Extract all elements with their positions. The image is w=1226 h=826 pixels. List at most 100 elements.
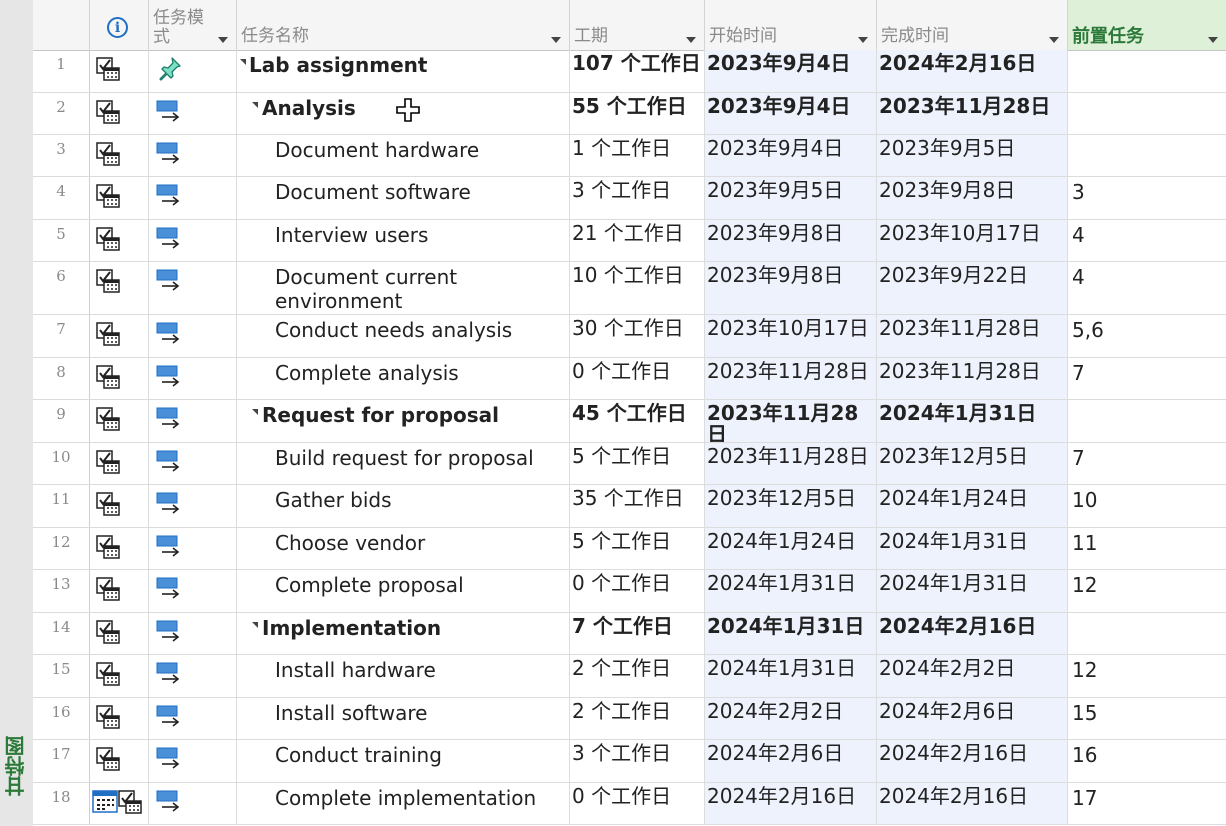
duration-cell[interactable]: 2 个工作日 [570,655,705,697]
predecessors-cell[interactable]: 4 [1068,220,1226,261]
task-name-cell[interactable]: Conduct needs analysis [237,315,570,357]
start-date-cell[interactable]: 2024年2月16日 [705,783,877,824]
table-row[interactable]: 13 Complete proposal 0 个工作日 2024年1月31日 2024年… [33,570,1226,613]
predecessors-cell[interactable]: 10 [1068,485,1226,527]
duration-cell[interactable]: 5 个工作日 [570,528,705,569]
predecessors-cell[interactable]: 3 [1068,177,1226,219]
start-date-cell[interactable]: 2023年9月5日 [705,177,877,219]
duration-cell[interactable]: 1 个工作日 [570,135,705,176]
finish-date-cell[interactable]: 2023年9月5日 [877,135,1068,176]
collapse-triangle-icon[interactable] [240,59,246,65]
task-name-cell[interactable]: Complete implementation [237,783,570,824]
task-mode-cell[interactable] [149,740,237,782]
chevron-down-icon[interactable] [551,37,561,43]
finish-date-cell[interactable]: 2024年2月16日 [877,740,1068,782]
task-mode-cell[interactable] [149,570,237,612]
duration-cell[interactable]: 45 个工作日 [570,400,705,442]
indicator-cell[interactable] [90,613,149,654]
duration-cell[interactable]: 0 个工作日 [570,570,705,612]
table-row[interactable]: 7 Conduct needs analysis 30 个工作日 2023年10月17… [33,315,1226,358]
task-mode-cell[interactable] [149,93,237,134]
duration-cell[interactable]: 3 个工作日 [570,177,705,219]
row-number[interactable]: 11 [33,485,90,527]
start-date-cell[interactable]: 2023年12月5日 [705,485,877,527]
duration-cell[interactable]: 35 个工作日 [570,485,705,527]
row-number[interactable]: 16 [33,698,90,739]
duration-cell[interactable]: 3 个工作日 [570,740,705,782]
collapse-triangle-icon[interactable] [252,409,258,415]
table-row[interactable]: 18 Complete implementation 0 个工作日 2024年2月16… [33,783,1226,825]
chevron-down-icon[interactable] [858,37,868,43]
table-row[interactable]: 15 Install hardware 2 个工作日 2024年1月31日 2024年2… [33,655,1226,698]
task-name-cell[interactable]: Build request for proposal [237,443,570,484]
collapse-triangle-icon[interactable] [252,622,258,628]
row-number[interactable]: 7 [33,315,90,357]
finish-date-cell[interactable]: 2024年2月6日 [877,698,1068,739]
chevron-down-icon[interactable] [686,37,696,43]
table-row[interactable]: 6 Document current environment 10 个工作日 2023… [33,262,1226,315]
task-name-cell[interactable]: Complete proposal [237,570,570,612]
duration-cell[interactable]: 107 个工作日 [570,50,705,92]
duration-cell[interactable]: 30 个工作日 [570,315,705,357]
table-row[interactable]: 12 Choose vendor 5 个工作日 2024年1月24日 2024年1月31… [33,528,1226,570]
indicator-cell[interactable] [90,358,149,399]
task-name-cell[interactable]: Document hardware [237,135,570,176]
row-number[interactable]: 17 [33,740,90,782]
indicator-cell[interactable] [90,315,149,357]
finish-date-cell[interactable]: 2023年11月28日 [877,315,1068,357]
row-number[interactable]: 9 [33,400,90,442]
duration-cell[interactable]: 55 个工作日 [570,93,705,134]
collapse-triangle-icon[interactable] [252,102,258,108]
predecessors-cell[interactable]: 7 [1068,358,1226,399]
finish-date-cell[interactable]: 2024年2月2日 [877,655,1068,697]
indicator-cell[interactable] [90,50,149,92]
task-mode-cell[interactable] [149,262,237,314]
start-date-cell[interactable]: 2023年11月28日 [705,358,877,399]
table-row[interactable]: 4 Document software 3 个工作日 2023年9月5日 2023年9月… [33,177,1226,220]
indicator-cell[interactable] [90,740,149,782]
task-name-cell[interactable]: Conduct training [237,740,570,782]
start-date-cell[interactable]: 2024年2月6日 [705,740,877,782]
predecessors-cell[interactable] [1068,400,1226,442]
finish-date-cell[interactable]: 2024年2月16日 [877,50,1068,92]
predecessors-cell[interactable]: 11 [1068,528,1226,569]
header-finish[interactable]: 完成时间 [877,0,1068,50]
task-mode-cell[interactable] [149,655,237,697]
task-name-cell[interactable]: Install hardware [237,655,570,697]
duration-cell[interactable]: 10 个工作日 [570,262,705,314]
start-date-cell[interactable]: 2024年1月24日 [705,528,877,569]
predecessors-cell[interactable] [1068,135,1226,176]
indicator-cell[interactable] [90,655,149,697]
task-mode-cell[interactable] [149,135,237,176]
indicator-cell[interactable] [90,528,149,569]
finish-date-cell[interactable]: 2023年11月28日 [877,358,1068,399]
predecessors-cell[interactable] [1068,50,1226,92]
indicator-cell[interactable] [90,177,149,219]
row-number[interactable]: 14 [33,613,90,654]
finish-date-cell[interactable]: 2024年2月16日 [877,783,1068,824]
gantt-view-label[interactable]: 甘特图 [0,736,33,796]
header-indicators[interactable]: i [90,0,149,50]
duration-cell[interactable]: 21 个工作日 [570,220,705,261]
table-row[interactable]: 10 Build request for proposal 5 个工作日 2023年1… [33,443,1226,485]
predecessors-cell[interactable] [1068,613,1226,654]
duration-cell[interactable]: 2 个工作日 [570,698,705,739]
task-mode-cell[interactable] [149,443,237,484]
start-date-cell[interactable]: 2023年11月28日 [705,443,877,484]
finish-date-cell[interactable]: 2023年10月17日 [877,220,1068,261]
row-number[interactable]: 10 [33,443,90,484]
row-number[interactable]: 2 [33,93,90,134]
duration-cell[interactable]: 7 个工作日 [570,613,705,654]
header-predecessors[interactable]: 前置任务 [1068,0,1226,50]
task-name-cell[interactable]: Interview users [237,220,570,261]
indicator-cell[interactable] [90,783,149,824]
indicator-cell[interactable] [90,443,149,484]
row-number[interactable]: 8 [33,358,90,399]
task-name-cell[interactable]: Install software [237,698,570,739]
indicator-cell[interactable] [90,135,149,176]
task-name-cell[interactable]: Choose vendor [237,528,570,569]
chevron-down-icon[interactable] [1208,37,1218,43]
start-date-cell[interactable]: 2023年9月4日 [705,135,877,176]
table-row[interactable]: 17 Conduct training 3 个工作日 2024年2月6日 2024年2月… [33,740,1226,783]
start-date-cell[interactable]: 2024年1月31日 [705,570,877,612]
